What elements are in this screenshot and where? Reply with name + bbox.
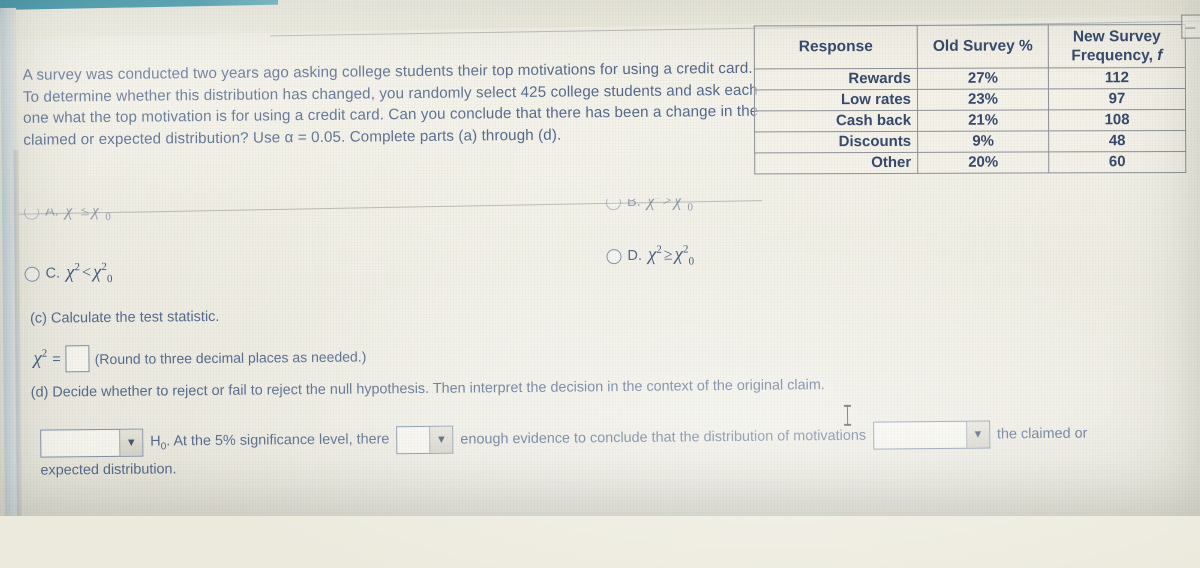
equals-sign: =: [52, 350, 61, 368]
null-hypothesis-text: H0. At the 5% significance level, there: [150, 430, 390, 452]
radio-option-c[interactable]: [24, 266, 40, 282]
radio-option-b[interactable]: [606, 195, 621, 210]
header-frequency-symbol: f: [1157, 47, 1163, 65]
cell-response: Cash back: [754, 110, 918, 132]
edge-panel-icon[interactable]: [1181, 14, 1200, 39]
option-c[interactable]: C. χ2 <χ20: [24, 260, 113, 286]
homework-page: A survey was conducted two years ago ask…: [0, 0, 1200, 516]
decision-dropdown[interactable]: ▼: [40, 428, 144, 458]
evidence-text: enough evidence to conclude that the dis…: [460, 427, 867, 448]
cell-old-survey: 20%: [917, 151, 1049, 174]
cell-old-survey: 21%: [917, 109, 1049, 132]
chevron-down-icon: ▼: [429, 426, 453, 453]
cell-new-survey: 108: [1048, 109, 1186, 131]
option-d[interactable]: D. χ2 ≥χ20: [606, 243, 694, 268]
chevron-down-icon: ▼: [965, 421, 990, 448]
cell-new-survey: 60: [1048, 151, 1186, 173]
cell-new-survey: 97: [1048, 88, 1186, 110]
radio-option-a[interactable]: [24, 204, 39, 219]
claimed-text: the claimed or: [996, 425, 1088, 443]
survey-data-table: Response Old Survey % New Survey Frequen…: [753, 23, 1187, 175]
comparison-dropdown[interactable]: ▼: [872, 420, 991, 450]
table-body: Rewards 27% 112 Low rates 23% 97 Cash back 21% 1…: [754, 67, 1186, 174]
problem-statement: A survey was conducted two years ago ask…: [22, 59, 759, 149]
option-c-expression: χ2 <χ20: [66, 260, 113, 286]
table-row: Other 20% 60: [754, 151, 1186, 174]
part-d-prompt: (d) Decide whether to reject or fail to …: [30, 377, 825, 401]
cell-response: Discounts: [754, 131, 918, 153]
option-b-expression: χ2 >χ20: [646, 189, 694, 214]
text-cursor-icon: [846, 405, 849, 425]
option-a-letter: A.: [44, 203, 59, 220]
cell-old-survey: 9%: [917, 130, 1049, 153]
test-statistic-input[interactable]: [65, 345, 90, 373]
cell-response: Other: [754, 152, 918, 174]
option-d-letter: D.: [627, 247, 643, 265]
cell-old-survey: 27%: [917, 67, 1049, 90]
table-row: Cash back 21% 108: [754, 109, 1186, 132]
table-row: Rewards 27% 112: [754, 67, 1186, 90]
table-row: Discounts 9% 48: [754, 130, 1186, 153]
header-old-survey: Old Survey %: [917, 24, 1049, 69]
part-c-answer-row: χ2 = (Round to three decimal places as n…: [33, 343, 366, 373]
evidence-dropdown-value: [397, 427, 429, 453]
table-header-row: Response Old Survey % New Survey Frequen…: [754, 24, 1186, 69]
comparison-dropdown-value: [874, 422, 966, 449]
header-new-survey-line2: Frequency,: [1071, 47, 1158, 65]
cell-new-survey: 112: [1048, 67, 1186, 89]
table-row: Low rates 23% 97: [754, 88, 1186, 111]
header-response: Response: [754, 25, 918, 69]
option-a[interactable]: A. χ2 ≤χ20: [24, 199, 111, 224]
option-b-letter: B.: [626, 193, 641, 211]
cell-old-survey: 23%: [917, 88, 1049, 111]
decision-dropdown-value: [41, 430, 119, 457]
radio-option-d[interactable]: [606, 248, 622, 264]
chevron-down-icon: ▼: [119, 429, 143, 456]
evidence-dropdown[interactable]: ▼: [396, 425, 454, 455]
cell-response: Low rates: [754, 89, 918, 111]
header-new-survey-line1: New Survey: [1072, 28, 1161, 46]
header-new-survey: New Survey Frequency, f: [1048, 24, 1186, 68]
cell-new-survey: 48: [1048, 130, 1186, 152]
part-c-rounding-note: (Round to three decimal places as needed…: [94, 348, 367, 367]
option-c-letter: C.: [45, 265, 61, 282]
part-d-answer-row: ▼ H0. At the 5% significance level, ther…: [40, 420, 1087, 458]
chi-squared-label: χ2: [33, 347, 48, 370]
expected-distribution-text: expected distribution.: [40, 461, 177, 479]
cell-response: Rewards: [754, 68, 918, 90]
option-d-expression: χ2 ≥χ20: [647, 243, 695, 268]
option-b[interactable]: B. χ2 >χ20: [606, 189, 693, 214]
part-c-prompt: (c) Calculate the test statistic.: [29, 308, 220, 327]
option-a-expression: χ2 ≤χ20: [64, 199, 111, 224]
